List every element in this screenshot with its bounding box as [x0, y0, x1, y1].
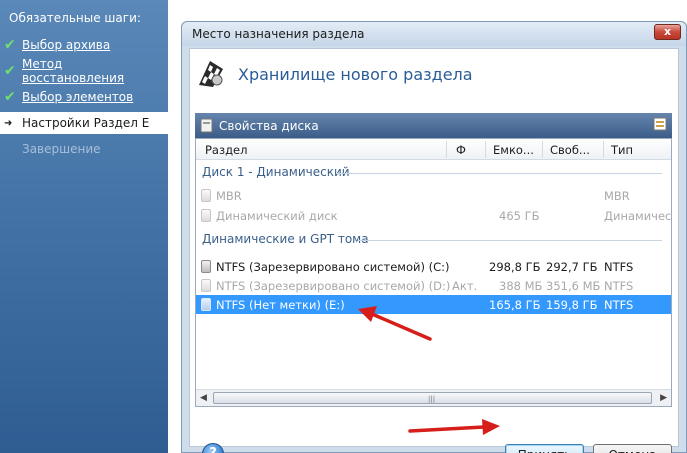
check-icon: ✔: [4, 63, 16, 79]
sidebar-item-finish: Завершение: [0, 138, 168, 160]
disk-icon: [201, 189, 211, 202]
dialog-title: Место назначения раздела: [192, 27, 365, 41]
accept-button[interactable]: Принять: [505, 444, 584, 453]
sidebar-item-label: Настройки Раздел E: [22, 116, 150, 130]
close-icon[interactable]: x: [654, 24, 681, 40]
group-label: Динамические и GPT тома: [202, 232, 369, 246]
column-header-capacity[interactable]: Емко...: [493, 143, 534, 157]
table-row: MBR MBR: [196, 186, 671, 205]
disk-icon: [201, 260, 211, 273]
partition-destination-dialog: Место назначения раздела x Хранилище нов…: [181, 21, 687, 453]
check-icon: ✔: [4, 89, 16, 105]
properties-edit-icon[interactable]: [653, 116, 668, 131]
sidebar-item-restore-method[interactable]: ✔ Метод восстановления: [0, 57, 168, 85]
help-icon[interactable]: ?: [202, 443, 224, 453]
disk-icon: [201, 209, 211, 222]
table-row: NTFS (Зарезервировано системой) (D:) Акт…: [196, 276, 671, 295]
sidebar-item-partition-settings[interactable]: ➜ Настройки Раздел E: [0, 112, 168, 134]
check-icon: ✔: [4, 37, 16, 53]
disk-properties-bar[interactable]: Свойства диска: [195, 113, 672, 138]
arrow-right-icon: ➜: [4, 117, 13, 129]
dialog-header-title: Хранилище нового раздела: [238, 65, 473, 84]
dialog-titlebar[interactable]: Место назначения раздела x: [182, 22, 686, 46]
cancel-button[interactable]: Отмена: [593, 444, 672, 453]
grip-icon: |||: [428, 395, 436, 403]
column-header-partition[interactable]: Раздел: [205, 143, 247, 157]
sidebar-item-label: Завершение: [22, 142, 101, 156]
column-header-free[interactable]: Своб...: [550, 143, 590, 157]
table-header: Раздел Ф Емко... Своб... Тип: [196, 139, 671, 160]
table-row: Динамический диск 465 ГБ Динамическ: [196, 206, 671, 225]
sidebar-header: Обязательные шаги:: [9, 11, 141, 25]
sidebar-item-label: Выбор архива: [22, 38, 111, 52]
column-header-flags[interactable]: Ф: [456, 143, 466, 157]
scroll-right-icon[interactable]: ▶: [660, 393, 667, 403]
wizard-flag-icon: [199, 61, 223, 87]
disk-icon: [201, 279, 211, 292]
disk-properties-label: Свойства диска: [219, 119, 319, 133]
partition-table: Раздел Ф Емко... Своб... Тип Диск 1 - Ди…: [195, 138, 672, 407]
table-row-selected[interactable]: NTFS (Нет метки) (E:) 165,8 ГБ 159,8 ГБ …: [196, 295, 671, 314]
scroll-left-icon[interactable]: ◀: [200, 393, 207, 403]
sidebar-item-archive[interactable]: ✔ Выбор архива: [0, 34, 168, 56]
disk-icon: [201, 298, 211, 311]
wizard-sidebar: Обязательные шаги: ✔ Выбор архива ✔ Мето…: [0, 0, 168, 453]
sidebar-item-label: Выбор элементов: [22, 90, 134, 104]
dialog-client: Хранилище нового раздела Свойства диска …: [189, 48, 679, 453]
disk-properties-icon: [200, 118, 213, 133]
horizontal-scrollbar[interactable]: ◀ ||| ▶: [196, 389, 671, 406]
column-header-type[interactable]: Тип: [611, 143, 633, 157]
sidebar-item-label: Метод восстановления: [21, 57, 125, 85]
group-label: Диск 1 - Динамический: [202, 165, 350, 179]
scrollbar-thumb[interactable]: |||: [213, 392, 652, 404]
sidebar-item-elements[interactable]: ✔ Выбор элементов: [0, 86, 168, 108]
table-row[interactable]: NTFS (Зарезервировано системой) (C:) 298…: [196, 257, 671, 276]
